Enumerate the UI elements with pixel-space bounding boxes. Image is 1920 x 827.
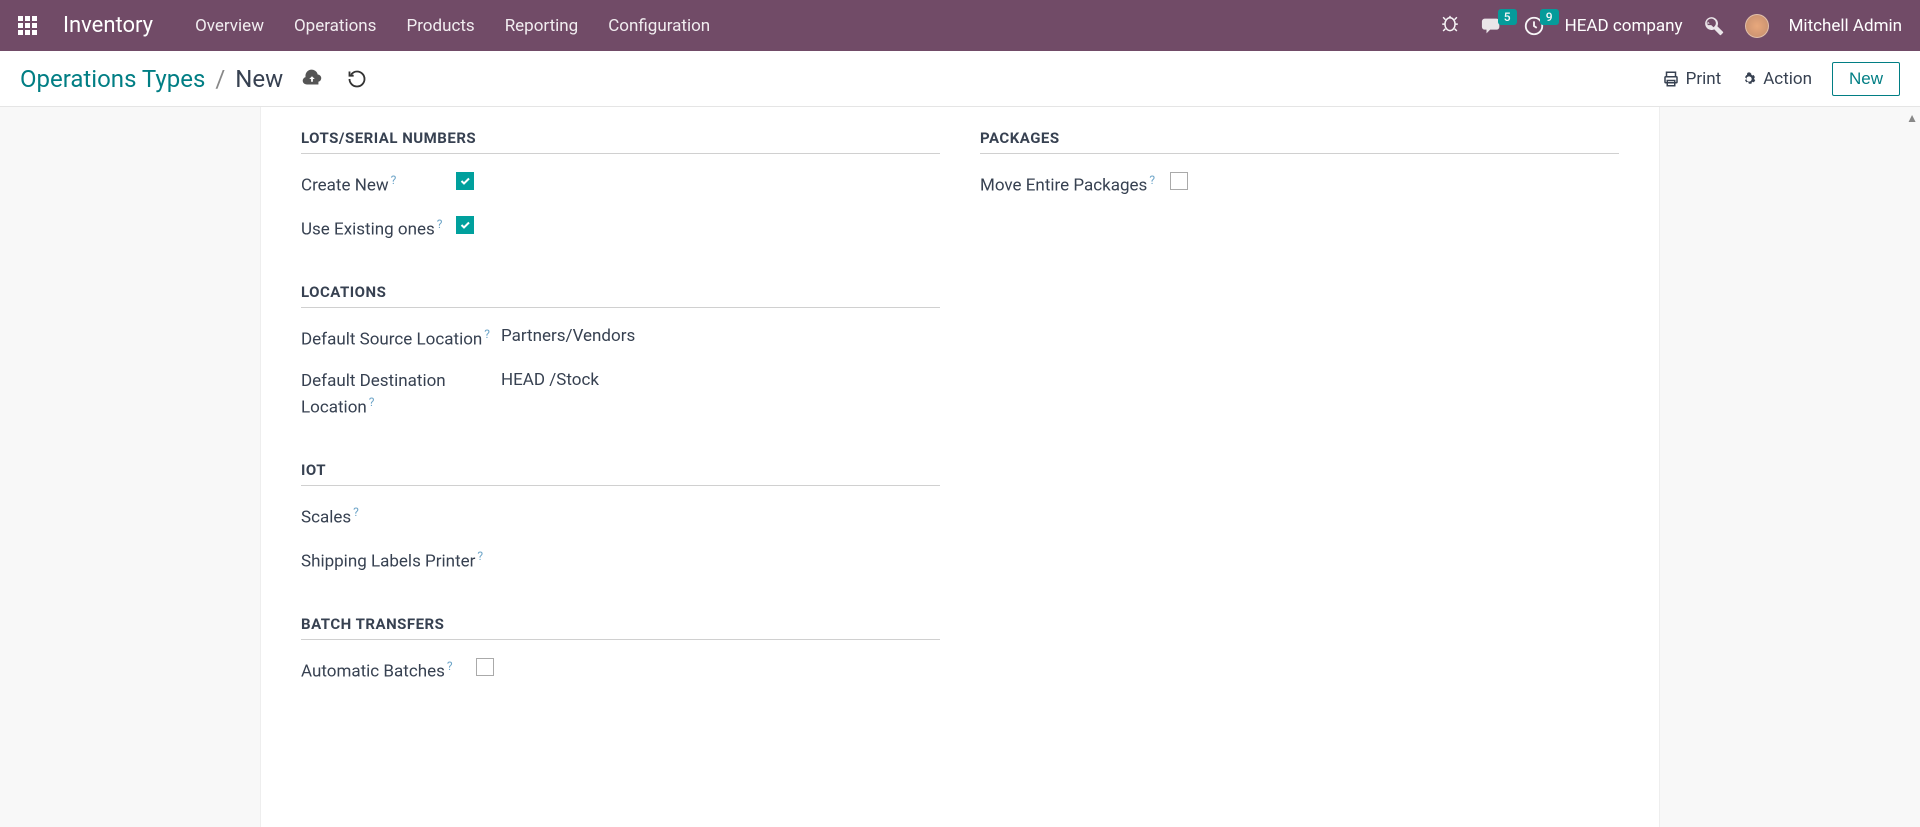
messages-badge: 5 xyxy=(1498,9,1517,25)
help-icon[interactable]: ? xyxy=(353,505,359,519)
help-icon[interactable]: ? xyxy=(369,395,375,409)
breadcrumb-current: New xyxy=(235,65,283,93)
help-icon[interactable]: ? xyxy=(391,173,397,187)
help-icon[interactable]: ? xyxy=(447,659,453,673)
printer-label: Shipping Labels Printer xyxy=(301,552,475,572)
nav-reporting[interactable]: Reporting xyxy=(505,16,579,36)
help-icon[interactable]: ? xyxy=(437,217,443,231)
activities-icon[interactable]: 9 xyxy=(1523,15,1545,37)
breadcrumb-separator: / xyxy=(215,65,225,93)
save-cloud-icon[interactable] xyxy=(301,68,323,90)
breadcrumb-root[interactable]: Operations Types xyxy=(20,65,205,93)
breadcrumb: Operations Types / New xyxy=(20,65,367,93)
new-button[interactable]: New xyxy=(1832,62,1900,96)
nav-overview[interactable]: Overview xyxy=(195,16,264,36)
action-label: Action xyxy=(1763,69,1812,89)
section-lots-title: LOTS/SERIAL NUMBERS xyxy=(301,129,940,154)
discard-icon[interactable] xyxy=(347,69,367,89)
user-name[interactable]: Mitchell Admin xyxy=(1789,16,1902,36)
section-locations-title: LOCATIONS xyxy=(301,283,940,308)
nav-operations[interactable]: Operations xyxy=(294,16,377,36)
help-icon[interactable]: ? xyxy=(477,549,483,563)
auto-batches-label: Automatic Batches xyxy=(301,661,445,681)
form-sheet: LOTS/SERIAL NUMBERS Create New? Use Exis… xyxy=(260,107,1660,827)
section-iot-title: IOT xyxy=(301,461,940,486)
source-location-label: Default Source Location xyxy=(301,330,482,350)
help-icon[interactable]: ? xyxy=(1149,173,1155,187)
auto-batches-checkbox[interactable] xyxy=(476,658,494,676)
action-button[interactable]: Action xyxy=(1741,69,1812,89)
left-column: LOTS/SERIAL NUMBERS Create New? Use Exis… xyxy=(301,107,940,702)
section-batch-title: BATCH TRANSFERS xyxy=(301,615,940,640)
use-existing-checkbox[interactable] xyxy=(456,216,474,234)
messages-icon[interactable]: 5 xyxy=(1481,15,1503,37)
print-button[interactable]: Print xyxy=(1662,69,1722,89)
control-panel: Operations Types / New Print Action New xyxy=(0,51,1920,107)
debug-icon[interactable] xyxy=(1439,15,1461,37)
use-existing-label: Use Existing ones xyxy=(301,220,435,240)
dest-location-value[interactable]: HEAD /Stock xyxy=(501,370,940,390)
apps-icon[interactable] xyxy=(18,16,37,35)
company-selector[interactable]: HEAD company xyxy=(1565,16,1683,36)
source-location-value[interactable]: Partners/Vendors xyxy=(501,326,940,346)
create-new-checkbox[interactable] xyxy=(456,172,474,190)
control-panel-right: Print Action New xyxy=(1662,62,1900,96)
activities-badge: 9 xyxy=(1540,9,1559,25)
move-entire-label: Move Entire Packages xyxy=(980,176,1147,196)
top-navbar: Inventory Overview Operations Products R… xyxy=(0,0,1920,51)
main-nav: Overview Operations Products Reporting C… xyxy=(195,16,710,36)
move-entire-checkbox[interactable] xyxy=(1170,172,1188,190)
help-icon[interactable]: ? xyxy=(484,327,490,341)
nav-products[interactable]: Products xyxy=(406,16,474,36)
tools-icon[interactable] xyxy=(1703,15,1725,37)
right-column: PACKAGES Move Entire Packages? xyxy=(980,107,1619,702)
scales-label: Scales xyxy=(301,507,351,527)
topbar-right: 5 9 HEAD company Mitchell Admin xyxy=(1439,14,1902,38)
nav-configuration[interactable]: Configuration xyxy=(608,16,710,36)
app-brand[interactable]: Inventory xyxy=(63,13,153,38)
create-new-label: Create New xyxy=(301,176,389,196)
user-avatar[interactable] xyxy=(1745,14,1769,38)
print-label: Print xyxy=(1686,69,1722,89)
scroll-up-icon[interactable]: ▲ xyxy=(1906,111,1918,125)
section-packages-title: PACKAGES xyxy=(980,129,1619,154)
